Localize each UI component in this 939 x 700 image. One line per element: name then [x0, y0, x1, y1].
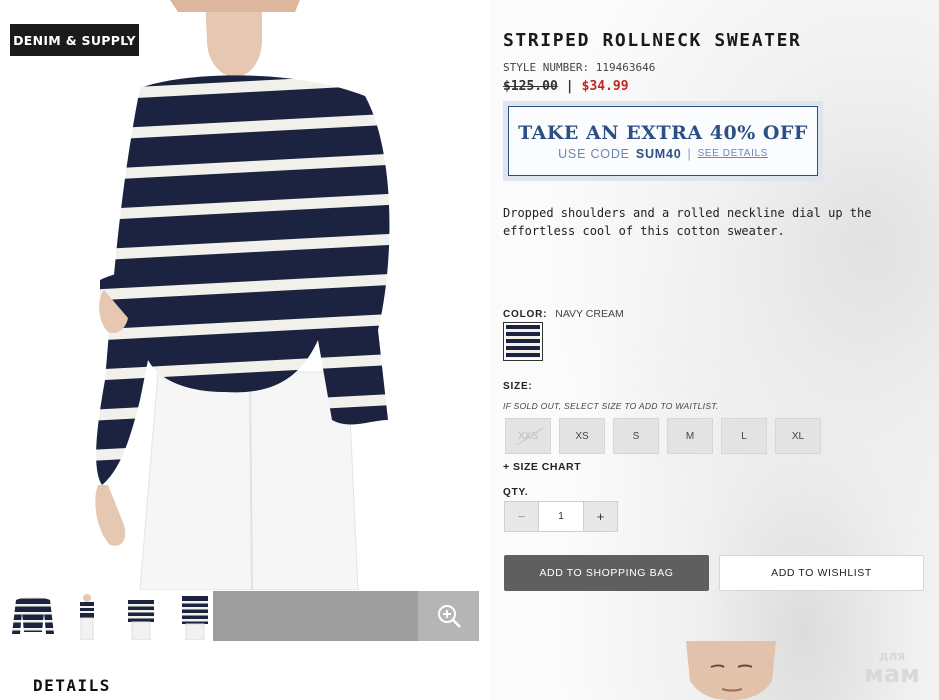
- size-option-xl[interactable]: XL: [775, 418, 821, 454]
- style-number: STYLE NUMBER: 119463646: [503, 61, 656, 74]
- details-heading: DETAILS: [33, 676, 111, 695]
- model-front-thumbnail: [128, 600, 154, 640]
- quantity-input[interactable]: 1: [539, 501, 583, 532]
- promo-divider: |: [687, 146, 692, 161]
- color-value: NAVY CREAM: [555, 308, 624, 320]
- thumbnail-1[interactable]: [8, 592, 58, 640]
- quantity-label: QTY.: [503, 487, 529, 498]
- product-description: Dropped shoulders and a rolled neckline …: [503, 206, 872, 238]
- zoom-in-icon: [437, 605, 461, 628]
- thumbnail-3[interactable]: [116, 592, 166, 640]
- color-label: COLOR:: [503, 309, 548, 320]
- add-to-wishlist-button[interactable]: ADD TO WISHLIST: [719, 555, 924, 591]
- size-chart-link[interactable]: + SIZE CHART: [503, 461, 581, 473]
- size-note: IF SOLD OUT, SELECT SIZE TO ADD TO WAITL…: [503, 401, 719, 411]
- product-title: STRIPED ROLLNECK SWEATER: [503, 30, 802, 51]
- size-option-xs[interactable]: XS: [559, 418, 605, 454]
- size-option-xxs[interactable]: XXS: [505, 418, 551, 454]
- secondary-model-image: [666, 641, 796, 700]
- sweater-flat-thumbnail: [12, 597, 54, 634]
- thumbnail-2[interactable]: [62, 592, 112, 640]
- thumbnail-strip: [8, 592, 220, 640]
- color-swatch-navy-cream[interactable]: [503, 322, 543, 361]
- size-options: XXS XS S M L XL: [505, 418, 821, 454]
- price-row: $125.00 | $34.99: [503, 79, 629, 94]
- product-main-image[interactable]: DENIM & SUPPLY: [0, 0, 480, 590]
- quantity-stepper: − 1 +: [504, 501, 618, 532]
- model-photo: [95, 0, 390, 590]
- promo-banner: TAKE AN EXTRA 40% OFF USE CODE SUM40 | S…: [503, 101, 823, 181]
- add-to-bag-button[interactable]: ADD TO SHOPPING BAG: [504, 555, 709, 591]
- watermark-big-text: мам: [864, 660, 920, 688]
- size-label: SIZE:: [503, 381, 533, 392]
- price-separator: |: [565, 79, 574, 94]
- size-option-m[interactable]: M: [667, 418, 713, 454]
- promo-code-prefix: USE CODE: [558, 146, 630, 161]
- see-details-link[interactable]: SEE DETAILS: [698, 148, 768, 159]
- promo-code-line: USE CODE SUM40 | SEE DETAILS: [558, 147, 768, 161]
- brand-badge[interactable]: DENIM & SUPPLY: [10, 24, 139, 56]
- promo-box: TAKE AN EXTRA 40% OFF USE CODE SUM40 | S…: [508, 106, 818, 176]
- quantity-decrease-button[interactable]: −: [504, 501, 539, 532]
- model-side-thumbnail: [80, 594, 94, 640]
- color-row: COLOR: NAVY CREAM: [503, 308, 624, 320]
- size-option-l[interactable]: L: [721, 418, 767, 454]
- model-face-photo: [686, 641, 776, 700]
- size-option-s[interactable]: S: [613, 418, 659, 454]
- quantity-increase-button[interactable]: +: [583, 501, 618, 532]
- swatch-pattern: [506, 325, 540, 358]
- zoom-button[interactable]: [418, 591, 479, 641]
- sale-price: $34.99: [581, 79, 629, 94]
- watermark: для мам: [857, 650, 927, 686]
- promo-headline: TAKE AN EXTRA 40% OFF: [518, 121, 808, 144]
- original-price: $125.00: [503, 79, 558, 94]
- promo-code: SUM40: [635, 146, 682, 161]
